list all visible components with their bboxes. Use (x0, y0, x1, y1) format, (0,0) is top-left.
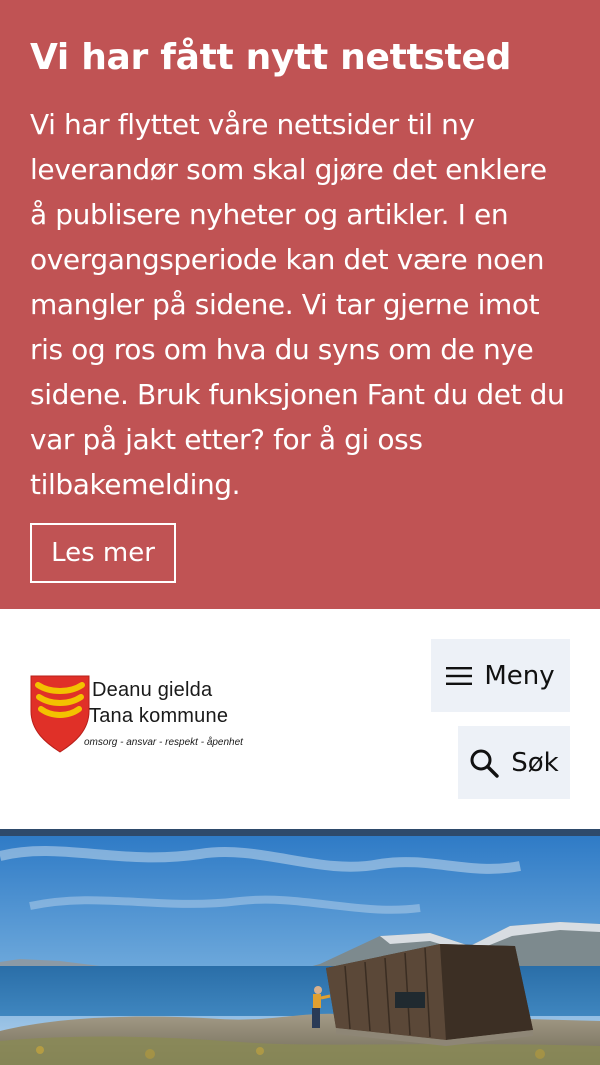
logo[interactable]: Deanu gielda Tana kommune omsorg - ansva… (30, 675, 270, 755)
search-button[interactable]: Søk (458, 726, 570, 799)
header-divider (0, 829, 600, 836)
landscape-with-cabin-image (0, 836, 600, 1065)
logo-line-1: Deanu gielda (92, 679, 213, 701)
logo-line-2: Tana kommune (89, 705, 229, 727)
notice-title: Vi har fått nytt nettsted (30, 37, 512, 78)
hamburger-icon (446, 666, 473, 685)
coat-of-arms-icon (30, 675, 90, 753)
menu-label: Meny (484, 660, 555, 691)
menu-button[interactable]: Meny (431, 639, 570, 712)
search-icon (470, 749, 499, 778)
notice-body: Vi har flyttet våre nettsider til ny lev… (30, 108, 565, 501)
hero-image (0, 836, 600, 1065)
read-more-button[interactable]: Les mer (30, 523, 176, 583)
notice-banner: Vi har fått nytt nettsted Vi har flyttet… (0, 0, 600, 609)
logo-motto: omsorg - ansvar - respekt - åpenhet (84, 737, 243, 748)
search-label: Søk (511, 747, 559, 778)
site-header: Deanu gielda Tana kommune omsorg - ansva… (0, 609, 600, 829)
